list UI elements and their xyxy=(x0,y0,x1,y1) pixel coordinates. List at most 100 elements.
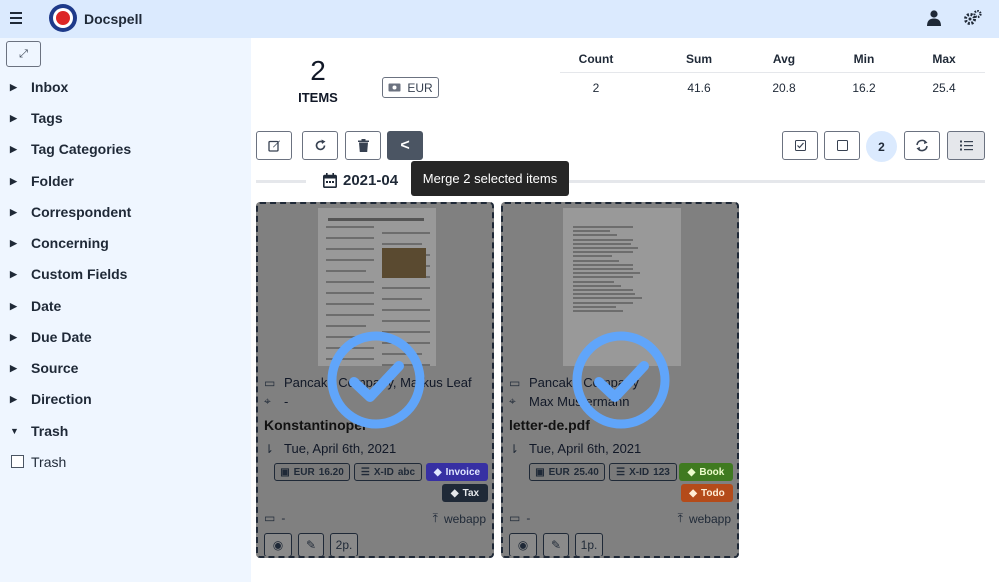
delete-button[interactable] xyxy=(345,131,381,160)
sidebar-item-trash[interactable]: ▼ Trash xyxy=(10,423,68,439)
xid-label: ☰ X-ID abc xyxy=(354,463,422,481)
user-icon[interactable] xyxy=(925,10,943,28)
edit-icon xyxy=(267,140,280,152)
tag-icon: ◆ xyxy=(450,487,459,499)
tag-book[interactable]: ◆ Book xyxy=(679,463,733,481)
sidebar-item-label: Due Date xyxy=(31,329,92,345)
merge-button[interactable]: < xyxy=(387,131,423,160)
caret-right-icon: ▶ xyxy=(10,207,17,217)
crosshairs-icon: ⌖ xyxy=(264,394,271,408)
selected-check-icon xyxy=(327,331,425,429)
preview-button[interactable]: ◉ xyxy=(264,533,292,556)
upload-icon: ⤒ xyxy=(432,511,438,525)
select-all-button[interactable] xyxy=(782,131,818,160)
selection-mode-button[interactable] xyxy=(947,131,985,160)
caret-right-icon: ▶ xyxy=(10,394,17,404)
top-bar: Docspell xyxy=(0,0,999,38)
sidebar-item-due-date[interactable]: ▶ Due Date xyxy=(10,329,92,345)
tag-label: Tax xyxy=(462,487,480,499)
sidebar-item-label: Folder xyxy=(31,173,74,189)
page-count-button[interactable]: 1p. xyxy=(575,533,603,556)
sync-icon xyxy=(916,139,928,152)
sidebar-item-label: Concerning xyxy=(31,235,109,251)
sidebar-item-concerning[interactable]: ▶ Concerning xyxy=(10,235,109,251)
stats-header-min: Min xyxy=(853,52,875,66)
item-card[interactable]: ▭ Pancake Company, Markus Leaf ⌖ - Konstanti… xyxy=(256,202,494,558)
settings-icon[interactable] xyxy=(964,9,982,28)
sidebar-item-tags[interactable]: ▶ Tags xyxy=(10,110,63,126)
sidebar-item-custom-fields[interactable]: ▶ Custom Fields xyxy=(10,266,127,282)
tag-label: Todo xyxy=(701,487,725,499)
sidebar-item-label: Source xyxy=(31,360,79,376)
sidebar-item-date[interactable]: ▶ Date xyxy=(10,298,61,314)
xid-name: X-ID xyxy=(629,466,650,478)
folder-icon: ▭ xyxy=(509,511,521,525)
tag-icon: ◆ xyxy=(687,466,696,478)
sidebar-item-source[interactable]: ▶ Source xyxy=(10,360,78,376)
date-group-label: 2021-04 xyxy=(343,172,399,189)
stats-value-max: 25.4 xyxy=(932,81,956,95)
money-bill-icon xyxy=(388,83,401,92)
check-square-icon xyxy=(794,140,806,151)
menu-icon[interactable] xyxy=(10,12,24,26)
trash-checkbox[interactable] xyxy=(11,455,24,468)
xid-name: X-ID xyxy=(373,466,394,478)
preview-button[interactable]: ◉ xyxy=(509,533,537,556)
app-logo[interactable] xyxy=(49,4,77,32)
concerning: - xyxy=(284,394,289,409)
stats-divider xyxy=(560,72,985,73)
money-bill-icon: ▣ xyxy=(535,466,545,478)
currency-label: EUR xyxy=(407,80,433,95)
select-none-button[interactable] xyxy=(824,131,860,160)
sidebar-item-inbox[interactable]: ▶ Inbox xyxy=(10,79,68,95)
edit-item-button[interactable]: ✎ xyxy=(298,533,324,556)
square-icon xyxy=(836,140,848,151)
caret-right-icon: ▶ xyxy=(10,301,17,311)
list-icon: ☰ xyxy=(616,466,626,478)
sidebar-item-label: Tags xyxy=(31,110,63,126)
caret-right-icon: ▶ xyxy=(10,144,17,154)
stats-value-sum: 41.6 xyxy=(687,81,711,95)
money-bill-icon: ▣ xyxy=(280,466,290,478)
caret-down-icon: ▼ xyxy=(10,426,19,436)
tag-label: Book xyxy=(699,466,725,478)
stats-header-max: Max xyxy=(932,52,956,66)
merge-tooltip: Merge 2 selected items xyxy=(411,161,569,196)
redo-icon xyxy=(315,139,325,151)
edit-item-button[interactable]: ✎ xyxy=(543,533,569,556)
sidebar-item-tag-categories[interactable]: ▶ Tag Categories xyxy=(10,141,131,157)
app-title[interactable]: Docspell xyxy=(84,11,142,27)
trash-checkbox-label[interactable]: Trash xyxy=(31,454,66,470)
selected-check-icon xyxy=(572,331,670,429)
reprocess-button[interactable] xyxy=(302,131,338,160)
sidebar-item-label: Direction xyxy=(31,391,92,407)
expand-sidebar-button[interactable]: ⤢ xyxy=(6,41,41,67)
amount-label: ▣ EUR 25.40 xyxy=(529,463,605,481)
eye-icon: ◉ xyxy=(272,538,284,552)
tag-icon: ◆ xyxy=(433,466,442,478)
crosshairs-icon: ⌖ xyxy=(509,394,516,408)
tag-todo[interactable]: ◆ Todo xyxy=(681,484,733,502)
sidebar-item-label: Inbox xyxy=(31,79,69,95)
sidebar-item-direction[interactable]: ▶ Direction xyxy=(10,391,92,407)
date-group-header: 2021-04 xyxy=(323,172,398,189)
tag-invoice[interactable]: ◆ Invoice xyxy=(426,463,488,481)
tag-tax[interactable]: ◆ Tax xyxy=(442,484,488,502)
folder-icon: ▭ xyxy=(264,511,276,525)
sidebar-item-correspondent[interactable]: ▶ Correspondent xyxy=(10,204,131,220)
date-divider-left xyxy=(256,180,306,183)
caret-right-icon: ▶ xyxy=(10,269,17,279)
sidebar-item-label: Correspondent xyxy=(31,204,132,220)
xid-label: ☰ X-ID 123 xyxy=(609,463,677,481)
stats-value-count: 2 xyxy=(592,81,600,95)
selected-count-badge: 2 xyxy=(866,131,897,162)
stats-header-avg: Avg xyxy=(772,52,796,66)
page-count-button[interactable]: 2p. xyxy=(330,533,358,556)
sidebar-item-folder[interactable]: ▶ Folder xyxy=(10,173,74,189)
sync-button[interactable] xyxy=(904,131,940,160)
edit-selected-button[interactable] xyxy=(256,131,292,160)
item-card[interactable]: ▭ Pancake Company ⌖ Max Mustermann letter-de… xyxy=(501,202,739,558)
amount-currency: EUR xyxy=(293,466,315,478)
currency-badge: EUR xyxy=(382,77,439,98)
caret-right-icon: ▶ xyxy=(10,332,17,342)
